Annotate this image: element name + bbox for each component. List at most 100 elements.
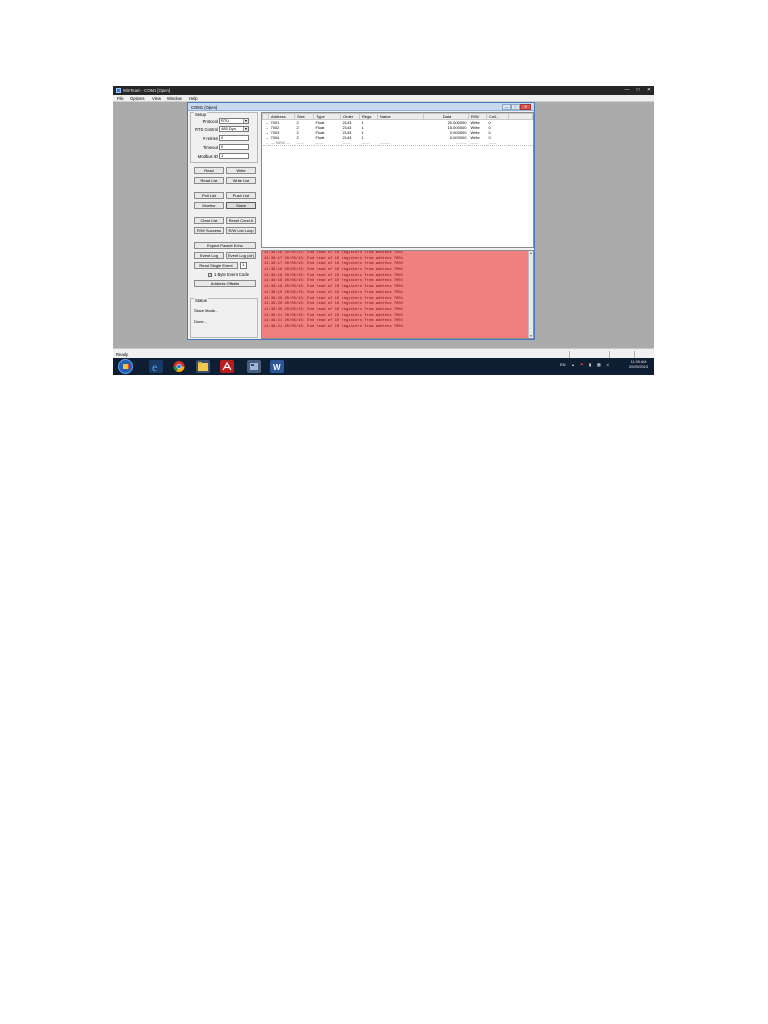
event-log-pane[interactable]: 11:39:16 20/05/15: End read of 10 regist…	[261, 250, 534, 339]
acrobat-icon[interactable]	[220, 360, 234, 373]
modbus-id-label: Modbus ID	[197, 154, 218, 159]
screenshot: WinTeam - COM1 [Open] — □ ✕ File Options…	[113, 86, 654, 375]
svg-text:W: W	[273, 363, 281, 372]
status-ready: Ready	[116, 352, 129, 357]
rts-control-label: RTS Control	[195, 127, 218, 132]
protocol-value: RTU	[221, 118, 230, 123]
read-list-button[interactable]: Read List	[194, 177, 224, 184]
protocol-label: Protocol	[202, 119, 218, 124]
scroll-up-icon[interactable]: ▲	[529, 251, 533, 255]
minimize-button[interactable]: —	[622, 87, 632, 94]
child-minimize-button[interactable]: —	[502, 104, 511, 110]
setup-group: Setup Protocol RTU ▼ RTS Control 485 Dyn…	[190, 112, 258, 163]
retries-field[interactable]: 0	[219, 135, 249, 141]
push-list-button[interactable]: Push List	[226, 192, 256, 199]
child-maximize-button[interactable]: □	[511, 104, 520, 110]
cell-size[interactable]: ------	[294, 140, 314, 146]
table-row-new[interactable]: → --- NEW --- ------ ------ ------ -----…	[262, 140, 533, 146]
write-list-button[interactable]: Write List	[226, 177, 256, 184]
menu-view[interactable]: View	[152, 96, 161, 101]
status-line-done: Done...	[194, 319, 207, 324]
menu-file[interactable]: File	[117, 96, 124, 101]
language-indicator[interactable]: EN	[560, 362, 566, 367]
com-child-window: COM1 (Open) — □ ✕ Setup Protocol RTU ▼ R…	[187, 102, 535, 340]
cell-address[interactable]: --- NEW ---	[268, 140, 295, 146]
start-button[interactable]	[118, 359, 133, 374]
chevron-down-icon: ▼	[243, 119, 248, 123]
tray-expand-icon[interactable]: ▴	[572, 362, 574, 367]
expect-packet-echo-button[interactable]: Expect Packet Echo	[194, 242, 256, 249]
chrome-icon[interactable]	[172, 360, 186, 373]
cell-rw[interactable]: ------	[468, 140, 487, 146]
clock-date: 20/05/2015	[628, 365, 648, 369]
cell-type[interactable]: ------	[313, 140, 341, 146]
address-offsets-button[interactable]: Address Offsets	[194, 280, 256, 287]
cell-regs[interactable]: ------	[359, 140, 378, 146]
app-title: WinTeam - COM1 [Open]	[123, 88, 171, 93]
network-icon[interactable]: ▩	[597, 362, 601, 367]
read-single-event-button[interactable]: Read Single Event	[194, 262, 238, 269]
event-log-clear-button[interactable]: Event Log (clr)	[226, 252, 256, 259]
volume-icon[interactable]: ♬	[606, 362, 610, 367]
taskbar: e W EN ▴ ⚑ ▮ ▩ ♬ 11:39 AM 20/05/2015	[113, 358, 654, 375]
write-button[interactable]: Write	[226, 167, 256, 174]
child-title-bar: COM1 (Open) — □ ✕	[188, 103, 534, 111]
child-title: COM1 (Open)	[191, 104, 218, 110]
word-icon[interactable]: W	[270, 360, 284, 373]
poll-list-button[interactable]: Poll List	[194, 192, 224, 199]
clear-list-button[interactable]: Clear List	[194, 217, 224, 224]
log-line: 11:39:21 20/05/15: End read of 10 regist…	[264, 324, 403, 329]
read-button[interactable]: Read	[194, 167, 224, 174]
cell-name[interactable]: --------	[377, 140, 424, 146]
byte-event-code-label: 1 Byte Event Code	[214, 272, 249, 277]
chevron-down-icon: ▼	[243, 127, 248, 131]
rw-list-loop-button[interactable]: R/W List Loop	[226, 227, 256, 234]
modbus-app-icon[interactable]	[247, 360, 261, 373]
timeout-label: Timeout	[203, 145, 218, 150]
protocol-select[interactable]: RTU ▼	[219, 118, 249, 124]
app-title-bar: WinTeam - COM1 [Open] — □ ✕	[113, 86, 654, 95]
timeout-field[interactable]: 0	[219, 144, 249, 150]
single-event-field[interactable]: 1	[240, 262, 247, 269]
status-bar: Ready	[113, 348, 654, 358]
status-pane	[609, 351, 634, 358]
rts-control-select[interactable]: 485 Dyn ▼	[219, 126, 249, 132]
status-label: Status	[194, 298, 208, 303]
monitor-button[interactable]: Monitor	[194, 202, 224, 209]
byte-event-code-checkbox[interactable]: ✓	[208, 273, 212, 277]
rts-control-value: 485 Dyn	[221, 126, 236, 131]
cell-data[interactable]: --------	[423, 140, 469, 146]
rw-success-button[interactable]: R/W Success	[194, 227, 224, 234]
app-icon	[116, 88, 121, 93]
modbus-id-field[interactable]: 1	[219, 153, 249, 159]
log-scrollbar[interactable]: ▲ ▼	[528, 251, 533, 338]
reset-cond-button[interactable]: Reset Cond A	[226, 217, 256, 224]
action-center-flag-icon[interactable]: ⚑	[580, 362, 584, 367]
internet-explorer-icon[interactable]: e	[149, 360, 163, 374]
slave-button[interactable]: Slave	[226, 202, 256, 209]
cell-spacer	[508, 140, 533, 146]
status-pane	[634, 351, 654, 358]
menu-window[interactable]: Window	[167, 96, 182, 101]
retries-label: # retries	[202, 136, 218, 141]
scroll-down-icon[interactable]: ▼	[529, 334, 533, 338]
child-close-button[interactable]: ✕	[520, 104, 531, 110]
status-group: Status Slave Mode... Done...	[190, 298, 258, 338]
maximize-button[interactable]: □	[633, 87, 643, 94]
close-button[interactable]: ✕	[644, 87, 654, 94]
cell-order[interactable]: ------	[340, 140, 360, 146]
system-clock[interactable]: 11:39 AM 20/05/2015	[629, 360, 648, 370]
menu-bar: File Options View Window Help	[113, 95, 654, 102]
file-explorer-icon[interactable]	[196, 360, 210, 373]
menu-help[interactable]: Help	[189, 96, 198, 101]
menu-options[interactable]: Options	[130, 96, 144, 101]
status-line-slave: Slave Mode...	[194, 308, 219, 313]
svg-text:e: e	[152, 360, 157, 373]
status-pane	[569, 351, 609, 358]
setup-label: Setup	[194, 112, 207, 117]
control-panel: Setup Protocol RTU ▼ RTS Control 485 Dyn…	[190, 112, 258, 339]
battery-icon[interactable]: ▮	[589, 362, 591, 367]
cell-coil[interactable]: ------	[486, 140, 509, 146]
event-log-button[interactable]: Event Log	[194, 252, 224, 259]
register-table: Address Size Type Order Regs Name Data R…	[261, 112, 534, 248]
